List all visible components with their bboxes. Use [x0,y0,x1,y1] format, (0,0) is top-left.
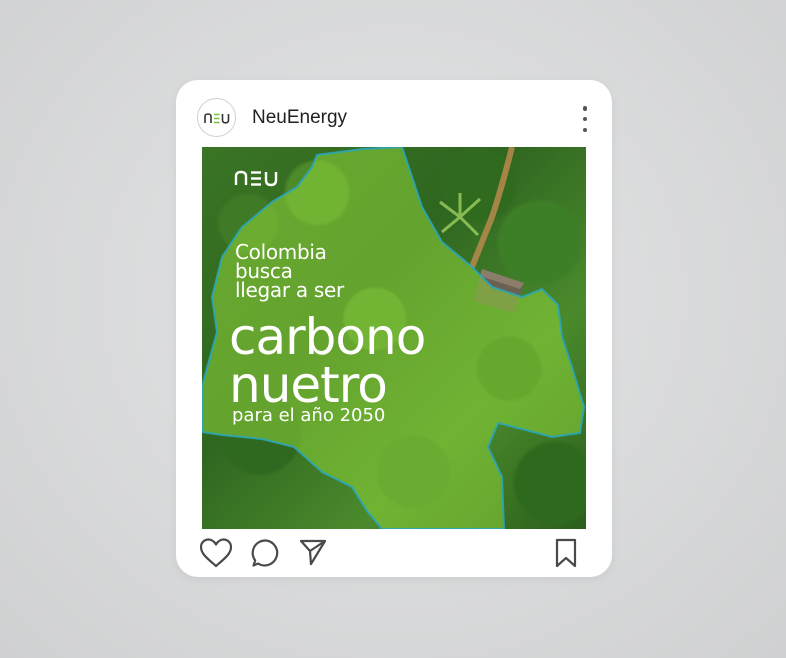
neu-logo-overlay [234,170,278,187]
big-headline-line: carbono [229,308,426,366]
neu-logo [203,112,229,124]
headline-line: llegar a ser [235,278,344,302]
comment-icon[interactable] [250,537,282,569]
send-icon[interactable] [298,537,328,567]
instagram-post-card: NeuEnergy Colombia busca llegar a ser ca… [176,80,612,577]
headline: Colombia busca llegar a ser [235,242,344,302]
heart-icon[interactable] [198,537,234,569]
subline: para el año 2050 [232,405,386,426]
account-avatar[interactable] [197,98,236,137]
big-headline-line: nuetro [229,356,388,414]
account-name[interactable]: NeuEnergy [252,107,347,129]
big-headline: carbono nuetro [229,308,426,414]
bookmark-icon[interactable] [554,537,578,569]
post-image[interactable]: Colombia busca llegar a ser carbono nuet… [202,147,586,529]
more-vertical-icon[interactable] [576,106,594,132]
